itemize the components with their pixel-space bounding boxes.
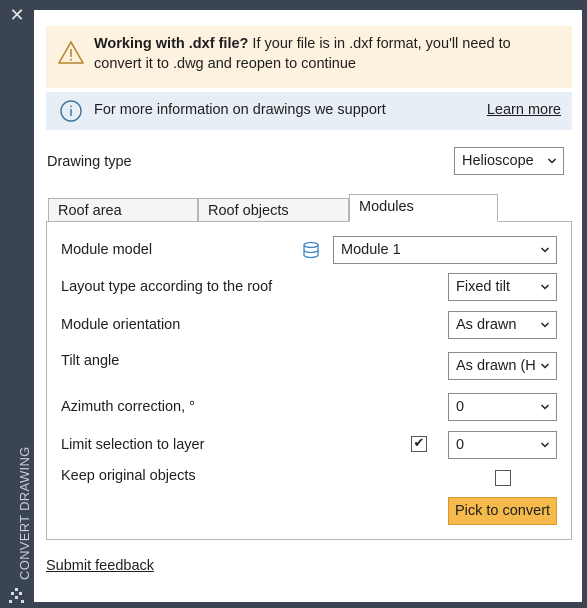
tilt-angle-value: As drawn (H <box>456 358 536 374</box>
database-icon[interactable] <box>302 241 320 259</box>
module-orientation-value: As drawn <box>456 317 517 333</box>
module-orientation-select[interactable]: As drawn <box>448 311 557 339</box>
drawing-type-label: Drawing type <box>47 154 132 170</box>
side-strip: ✕ CONVERT DRAWING <box>0 0 34 608</box>
module-model-select[interactable]: Module 1 <box>333 236 557 264</box>
learn-more-link[interactable]: Learn more <box>487 102 561 118</box>
keep-original-label: Keep original objects <box>61 468 196 484</box>
azimuth-value: 0 <box>456 399 465 415</box>
layout-type-value: Fixed tilt <box>456 279 510 295</box>
limit-layer-checkbox[interactable]: ✔ <box>411 436 427 452</box>
modules-tab-content <box>46 221 572 540</box>
convert-panel: Working with .dxf file? If your file is … <box>34 10 582 602</box>
chevron-down-icon <box>540 353 550 379</box>
info-circle-icon <box>60 100 82 122</box>
close-icon[interactable]: ✕ <box>7 6 27 26</box>
grip-icon[interactable] <box>9 588 25 604</box>
warning-bold: Working with .dxf file? <box>94 36 249 52</box>
layout-type-label: Layout type according to the roof <box>61 279 273 295</box>
tab-roof-objects-label: Roof objects <box>208 203 289 219</box>
keep-original-checkbox[interactable] <box>495 470 511 486</box>
azimuth-label: Azimuth correction, ° <box>61 399 195 415</box>
tilt-angle-select[interactable]: As drawn (H <box>448 352 557 380</box>
chevron-down-icon <box>540 404 550 410</box>
info-banner: For more information on drawings we supp… <box>46 92 572 130</box>
layout-type-select[interactable]: Fixed tilt <box>448 273 557 301</box>
azimuth-select[interactable]: 0 <box>448 393 557 421</box>
warning-text: Working with .dxf file? If your file is … <box>94 34 562 74</box>
tab-modules[interactable]: Modules <box>349 194 498 222</box>
tab-roof-area-label: Roof area <box>58 203 122 219</box>
module-model-label: Module model <box>61 242 153 258</box>
chevron-down-icon <box>540 322 550 328</box>
dxf-warning-banner: Working with .dxf file? If your file is … <box>46 26 572 88</box>
module-model-value: Module 1 <box>341 242 401 258</box>
chevron-down-icon <box>540 284 550 290</box>
tilt-angle-label: Tilt angle <box>61 353 120 369</box>
submit-feedback-link[interactable]: Submit feedback <box>46 558 154 574</box>
chevron-down-icon <box>540 247 550 253</box>
pick-to-convert-button[interactable]: Pick to convert <box>448 497 557 525</box>
layer-value: 0 <box>456 437 465 453</box>
vertical-title: CONVERT DRAWING <box>4 440 32 580</box>
limit-layer-label: Limit selection to layer <box>61 437 205 453</box>
chevron-down-icon <box>547 158 557 164</box>
chevron-down-icon <box>540 442 550 448</box>
module-orientation-label: Module orientation <box>61 317 181 333</box>
info-text: For more information on drawings we supp… <box>94 102 386 118</box>
vertical-title-text: CONVERT DRAWING <box>17 446 32 580</box>
drawing-type-value: Helioscope <box>462 153 534 169</box>
tab-modules-label: Modules <box>359 199 414 215</box>
drawing-type-select[interactable]: Helioscope <box>454 147 564 175</box>
warning-triangle-icon <box>58 41 84 64</box>
layer-select[interactable]: 0 <box>448 431 557 459</box>
